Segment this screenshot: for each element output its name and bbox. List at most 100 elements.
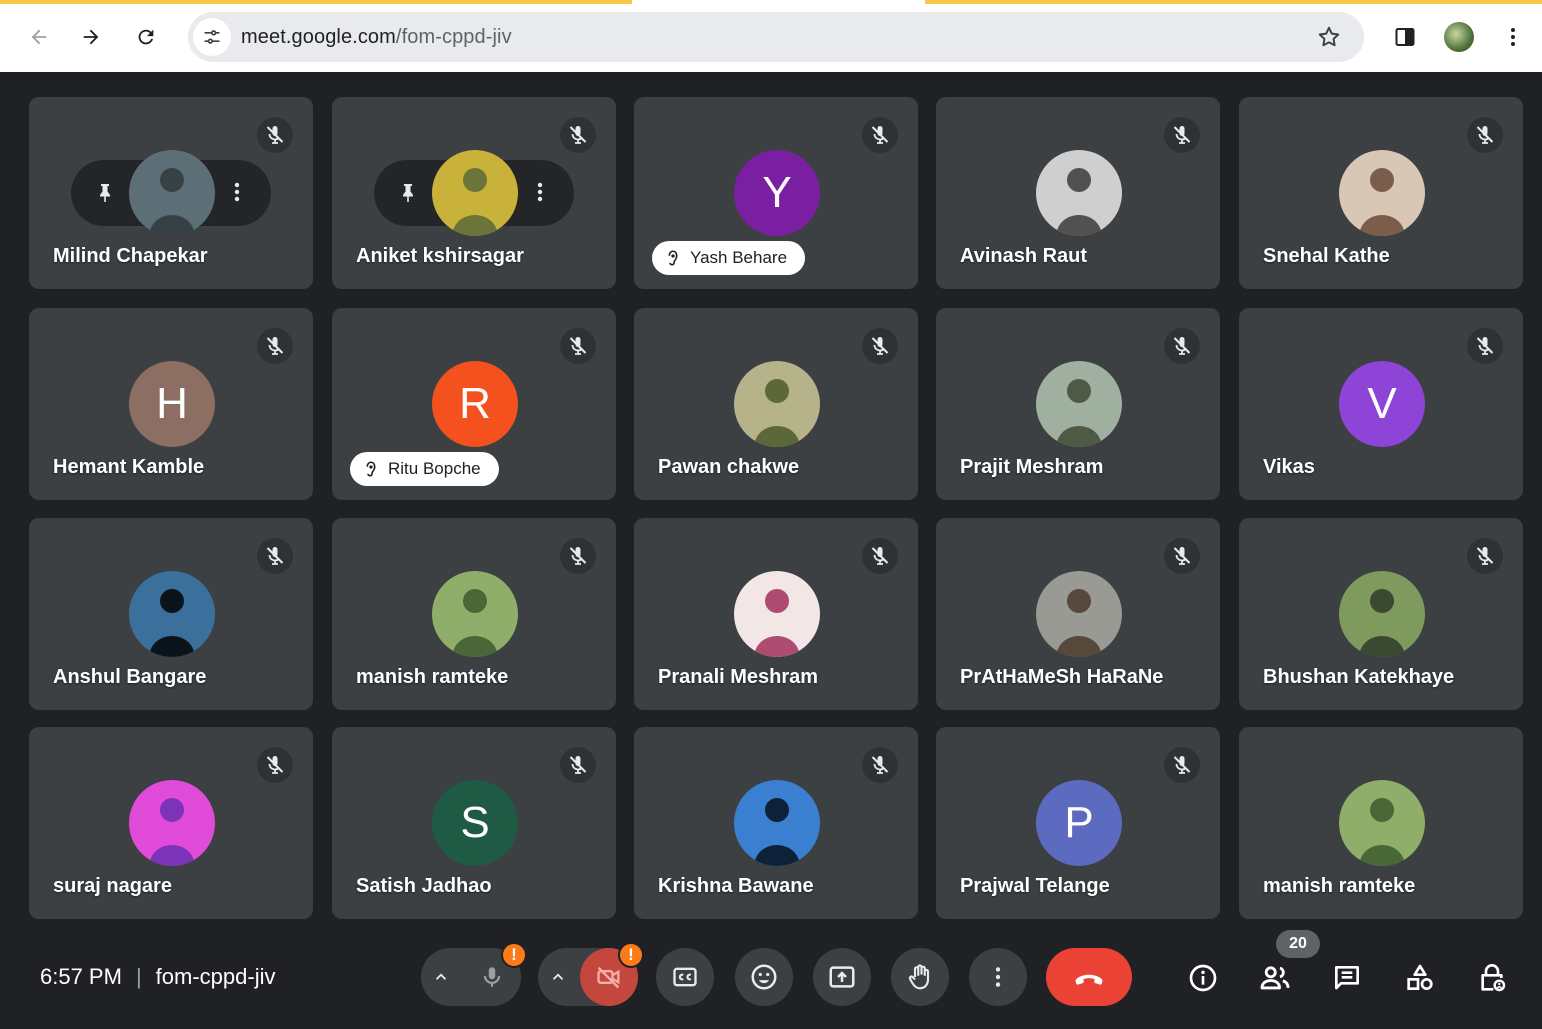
muted-indicator bbox=[1164, 117, 1200, 153]
participant-options-button[interactable] bbox=[528, 180, 552, 209]
participant-tile[interactable]: Milind Chapekar bbox=[29, 97, 313, 289]
microphone-button[interactable]: ! bbox=[463, 942, 527, 1006]
camera-warning-badge: ! bbox=[618, 942, 644, 968]
participant-avatar bbox=[734, 361, 820, 447]
profile-button[interactable] bbox=[1442, 20, 1476, 54]
profile-photo bbox=[129, 780, 215, 866]
bookmark-star-button[interactable] bbox=[1316, 24, 1342, 55]
mic-off-icon bbox=[569, 756, 587, 774]
muted-indicator bbox=[1164, 747, 1200, 783]
forward-arrow-icon bbox=[83, 29, 99, 45]
muted-indicator bbox=[257, 328, 293, 364]
participant-options-button[interactable] bbox=[225, 180, 249, 209]
participant-name: PrAtHaMeSh HaRaNe bbox=[960, 666, 1164, 688]
participant-tile[interactable]: P Prajwal Telange bbox=[936, 727, 1220, 919]
mic-off-icon bbox=[266, 126, 284, 144]
muted-indicator bbox=[257, 538, 293, 574]
profile-avatar bbox=[1444, 22, 1474, 52]
present-screen-icon bbox=[829, 966, 855, 988]
muted-indicator bbox=[1467, 538, 1503, 574]
side-panel-icon bbox=[1395, 28, 1415, 46]
audio-options-button[interactable] bbox=[421, 968, 461, 986]
microphone-control: ! bbox=[421, 942, 527, 1006]
url-text: meet.google.com/fom-cppd-jiv bbox=[241, 26, 512, 49]
participant-tile[interactable]: Aniket kshirsagar bbox=[332, 97, 616, 289]
pin-participant-button[interactable] bbox=[93, 181, 117, 210]
speaking-name-pill: Yash Behare bbox=[652, 241, 806, 275]
participant-tile[interactable]: Prajit Meshram bbox=[936, 308, 1220, 500]
participant-name: Ritu Bopche bbox=[388, 459, 481, 478]
url-path: /fom-cppd-jiv bbox=[395, 25, 512, 48]
participant-tile[interactable]: PrAtHaMeSh HaRaNe bbox=[936, 518, 1220, 710]
participant-tile[interactable]: H Hemant Kamble bbox=[29, 308, 313, 500]
participant-name: Prajwal Telange bbox=[960, 875, 1110, 897]
participant-name: manish ramteke bbox=[356, 666, 509, 688]
reactions-button[interactable] bbox=[735, 948, 793, 1006]
meeting-details-button[interactable] bbox=[1181, 956, 1225, 1000]
people-icon bbox=[1260, 966, 1290, 990]
mic-warning-badge: ! bbox=[501, 942, 527, 968]
mic-off-icon bbox=[1476, 547, 1494, 565]
profile-photo bbox=[1036, 150, 1122, 236]
participant-name: Satish Jadhao bbox=[356, 875, 492, 897]
participant-name: Anshul Bangare bbox=[53, 666, 207, 688]
closed-captions-icon bbox=[673, 967, 697, 987]
forward-button[interactable] bbox=[74, 20, 108, 54]
participant-tile[interactable]: R Ritu Bopche bbox=[332, 308, 616, 500]
profile-photo bbox=[129, 571, 215, 657]
participant-tile[interactable]: Krishna Bawane bbox=[634, 727, 918, 919]
activities-button[interactable] bbox=[1398, 956, 1442, 1000]
participant-avatar bbox=[734, 780, 820, 866]
participant-name: Snehal Kathe bbox=[1263, 245, 1390, 267]
mic-off-icon bbox=[569, 126, 587, 144]
participant-tile[interactable]: Pranali Meshram bbox=[634, 518, 918, 710]
leave-call-button[interactable] bbox=[1046, 948, 1132, 1006]
participant-tile[interactable]: S Satish Jadhao bbox=[332, 727, 616, 919]
participant-avatar bbox=[129, 780, 215, 866]
participant-tile[interactable]: manish ramteke bbox=[1239, 727, 1523, 919]
participant-avatar bbox=[1036, 571, 1122, 657]
participant-name: Hemant Kamble bbox=[53, 456, 205, 478]
muted-indicator bbox=[862, 328, 898, 364]
side-panel-button[interactable] bbox=[1388, 20, 1422, 54]
chat-button[interactable] bbox=[1325, 956, 1369, 1000]
participant-tile[interactable]: V Vikas bbox=[1239, 308, 1523, 500]
participant-tile[interactable]: Avinash Raut bbox=[936, 97, 1220, 289]
camera-control: ! bbox=[538, 942, 644, 1006]
participant-name: Pawan chakwe bbox=[658, 456, 800, 478]
profile-photo bbox=[734, 571, 820, 657]
mic-off-icon bbox=[569, 337, 587, 355]
address-bar[interactable]: meet.google.com/fom-cppd-jiv bbox=[188, 12, 1364, 62]
muted-indicator bbox=[560, 538, 596, 574]
participant-name: suraj nagare bbox=[53, 875, 172, 897]
muted-indicator bbox=[257, 117, 293, 153]
captions-button[interactable] bbox=[656, 948, 714, 1006]
browser-menu-button[interactable] bbox=[1496, 20, 1530, 54]
participant-tile[interactable]: suraj nagare bbox=[29, 727, 313, 919]
participant-tile[interactable]: Anshul Bangare bbox=[29, 518, 313, 710]
lock-person-icon bbox=[1481, 964, 1506, 992]
participant-tile[interactable]: Y Yash Behare bbox=[634, 97, 918, 289]
participant-tile[interactable]: Pawan chakwe bbox=[634, 308, 918, 500]
video-options-button[interactable] bbox=[538, 968, 578, 986]
camera-button[interactable]: ! bbox=[580, 942, 644, 1006]
back-button[interactable] bbox=[22, 20, 56, 54]
speaking-indicator-icon bbox=[366, 461, 376, 477]
present-screen-button[interactable] bbox=[813, 948, 871, 1006]
muted-indicator bbox=[862, 117, 898, 153]
pin-participant-button[interactable] bbox=[396, 181, 420, 210]
participant-tile[interactable]: Bhushan Katekhaye bbox=[1239, 518, 1523, 710]
host-controls-button[interactable] bbox=[1470, 956, 1514, 1000]
participant-tile[interactable]: Snehal Kathe bbox=[1239, 97, 1523, 289]
more-options-button[interactable] bbox=[969, 948, 1027, 1006]
meeting-controls-bar: 6:57 PM | fom-cppd-jiv ! ! 20 bbox=[0, 928, 1542, 1029]
site-info-button[interactable] bbox=[193, 18, 231, 56]
participant-tile[interactable]: manish ramteke bbox=[332, 518, 616, 710]
profile-photo bbox=[432, 571, 518, 657]
mic-off-icon bbox=[569, 547, 587, 565]
avatar-initial: V bbox=[1367, 379, 1397, 428]
raise-hand-button[interactable] bbox=[891, 948, 949, 1006]
info-icon bbox=[1189, 964, 1217, 992]
people-button[interactable] bbox=[1253, 956, 1297, 1000]
reload-button[interactable] bbox=[129, 20, 163, 54]
